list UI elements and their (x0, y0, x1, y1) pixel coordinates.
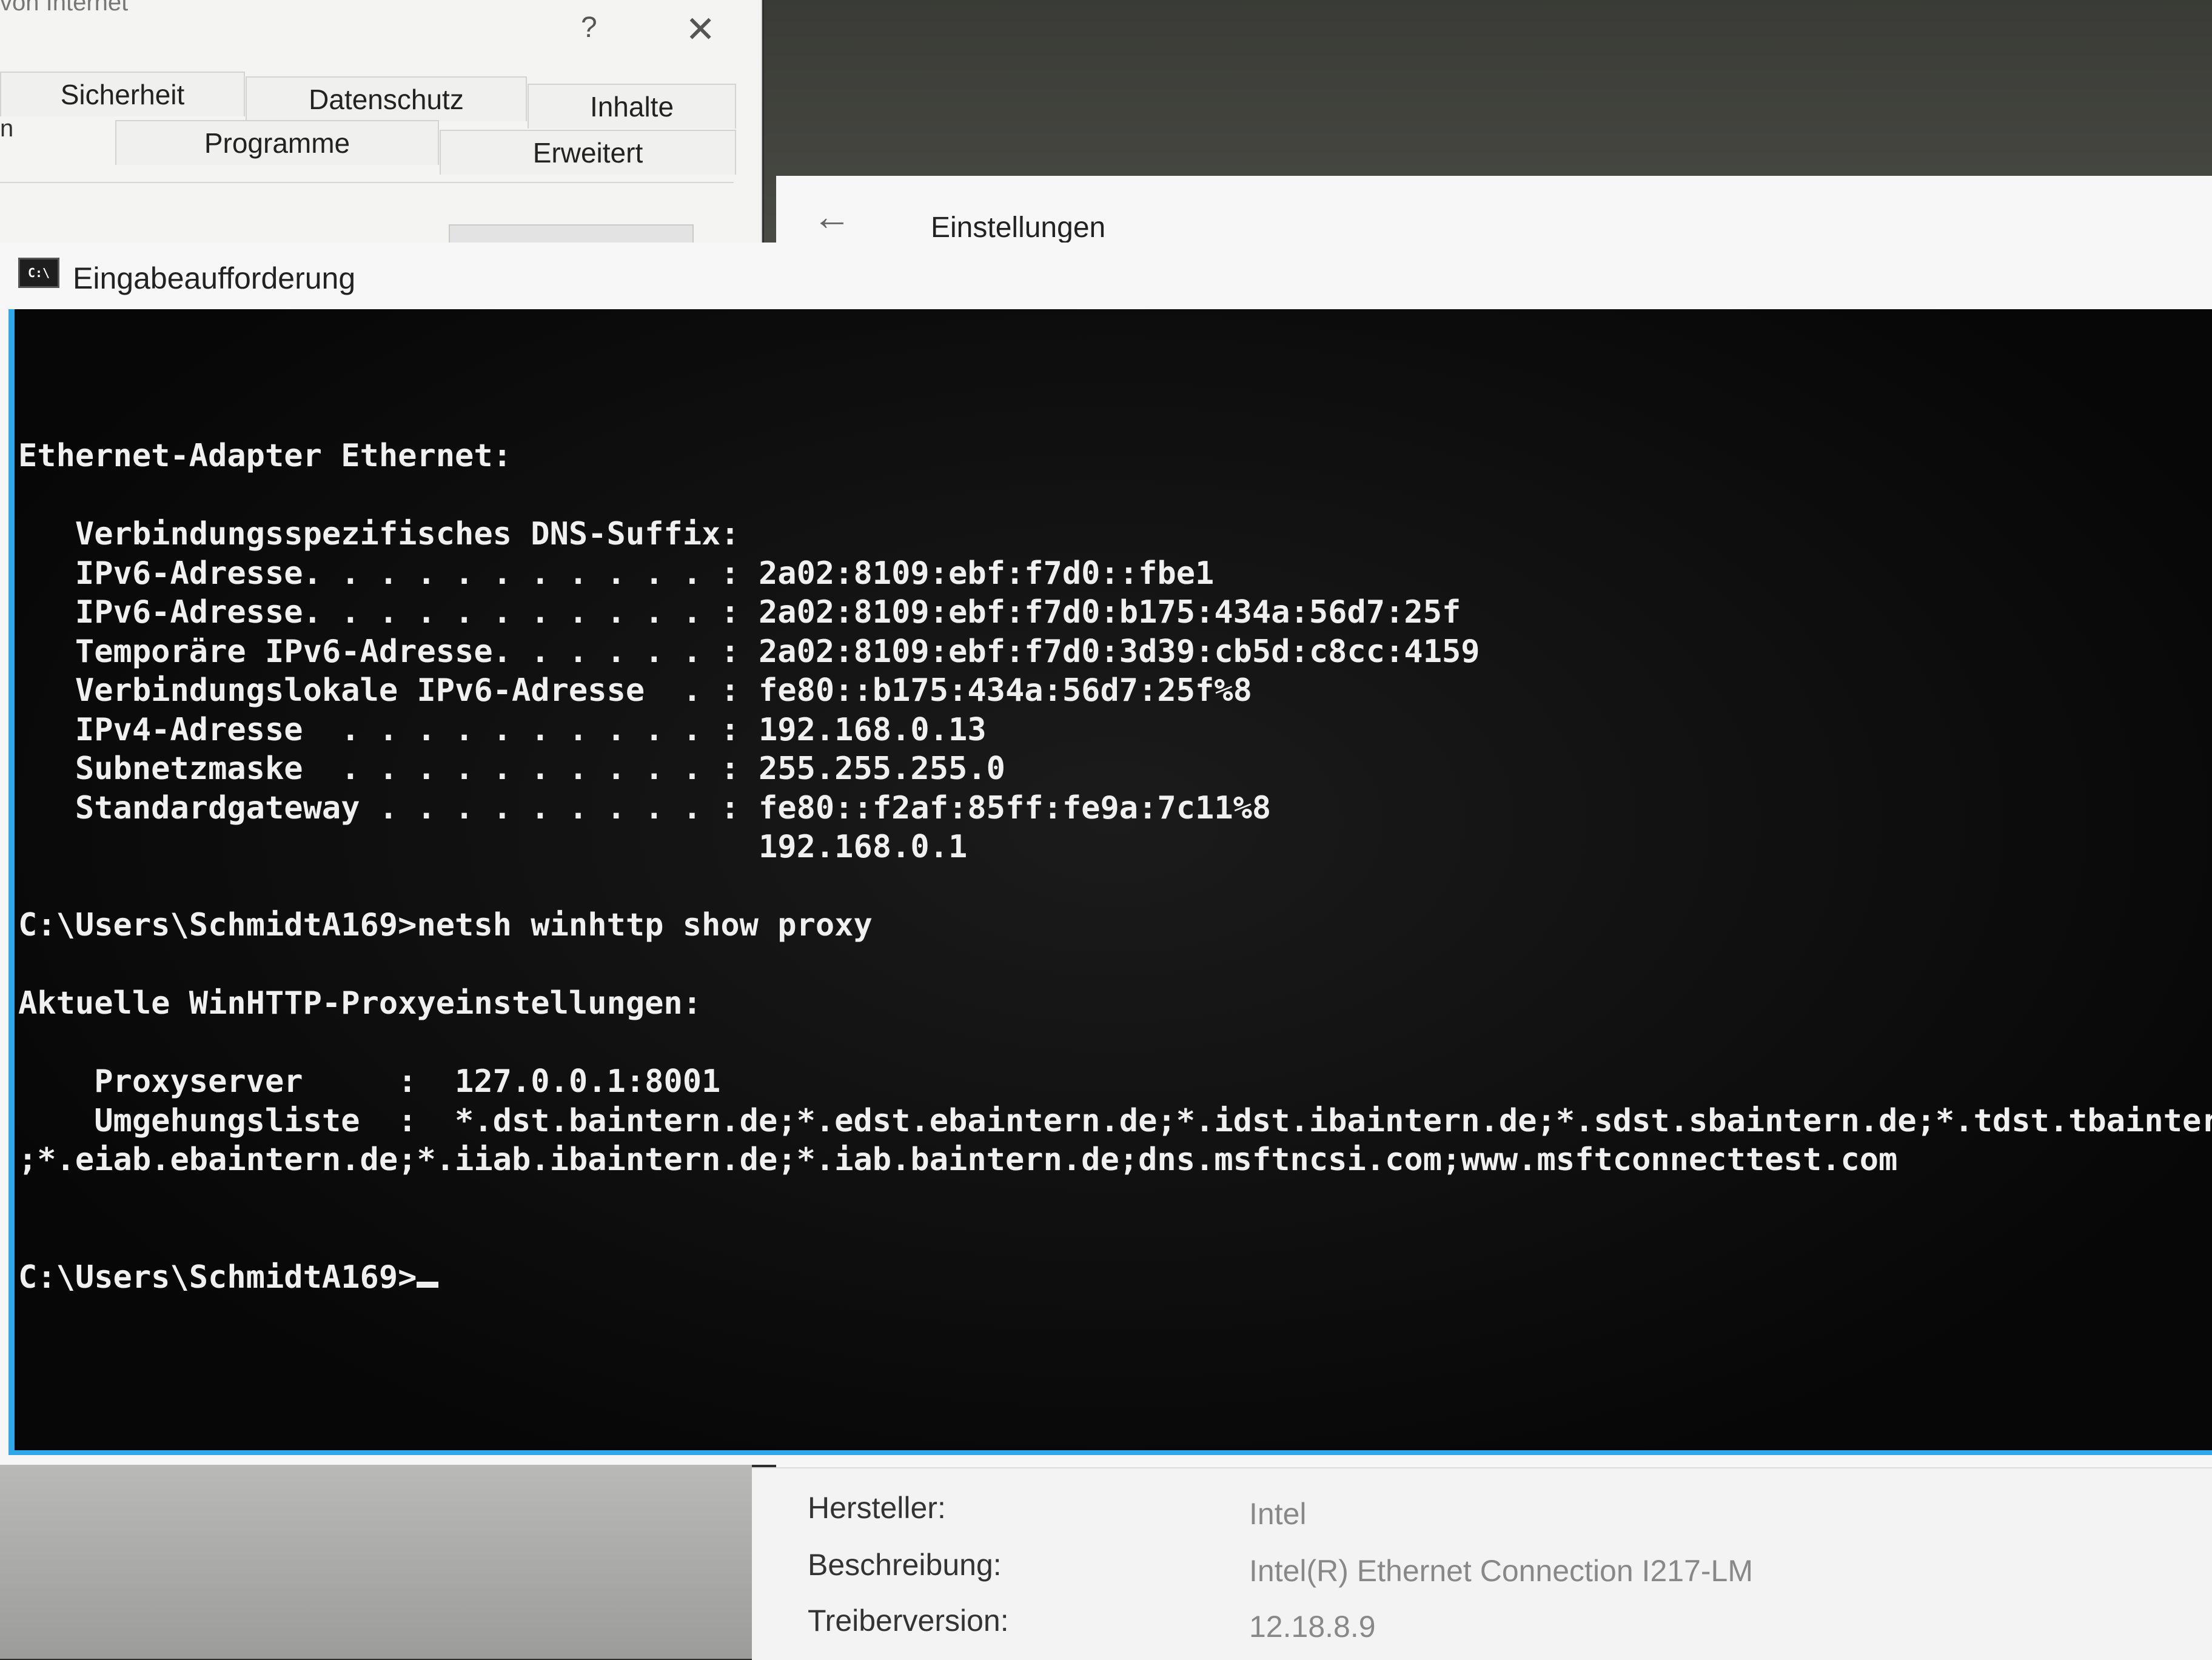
cmd-window-title: Eingabeaufforderung (73, 261, 356, 295)
tab-programme[interactable]: Programme (115, 120, 439, 165)
tab-erweitert[interactable]: Erweitert (440, 130, 736, 175)
console-line: Proxyserver : 127.0.0.1:8001 (18, 1063, 721, 1100)
console-line: Ethernet-Adapter Ethernet: (18, 438, 512, 474)
prop-label-manufacturer: Hersteller: (808, 1491, 946, 1525)
close-icon[interactable]: ✕ (685, 8, 716, 51)
console-line: Umgehungsliste : *.dst.baintern.de;*.eds… (18, 1102, 2212, 1139)
console-area[interactable]: Ethernet-Adapter Ethernet: Verbindungssp… (8, 309, 2212, 1455)
console-line: Verbindungslokale IPv6-Adresse . : fe80:… (18, 672, 1252, 709)
console-line: IPv6-Adresse. . . . . . . . . . . : 2a02… (18, 555, 1215, 592)
prop-value-manufacturer: Intel (1249, 1497, 1307, 1531)
console-output: Ethernet-Adapter Ethernet: Verbindungssp… (18, 437, 2212, 1297)
tab-sicherheit[interactable]: Sicherheit (0, 72, 245, 116)
device-properties-panel: Hersteller: Intel Beschreibung: Intel(R)… (752, 1467, 2212, 1660)
prop-label-description: Beschreibung: (808, 1548, 1002, 1582)
prop-value-driver-version: 12.18.8.9 (1249, 1610, 1376, 1644)
console-line: IPv4-Adresse . . . . . . . . . . : 192.1… (18, 711, 987, 748)
tab-divider (0, 182, 734, 183)
console-line: Temporäre IPv6-Adresse. . . . . . : 2a02… (18, 633, 1480, 670)
tab-inhalte[interactable]: Inhalte (528, 84, 736, 129)
cmd-app-icon: C:\ (18, 258, 59, 288)
console-line: IPv6-Adresse. . . . . . . . . . . : 2a02… (18, 594, 1461, 631)
console-line: Standardgateway . . . . . . . . . : fe80… (18, 789, 1272, 826)
console-line: 192.168.0.1 (18, 829, 968, 865)
console-line: ;*.eiab.ebaintern.de;*.iiab.ibaintern.de… (18, 1142, 1898, 1178)
prop-label-driver-version: Treiberversion: (808, 1604, 1009, 1638)
prop-value-description: Intel(R) Ethernet Connection I217-LM (1249, 1554, 1753, 1588)
back-arrow-icon[interactable]: ← (813, 194, 851, 239)
background-window (0, 1465, 752, 1659)
console-line: Verbindungsspezifisches DNS-Suffix: (18, 516, 740, 552)
dialog-title: von Internet (0, 0, 129, 16)
tab-datenschutz[interactable]: Datenschutz (246, 76, 527, 121)
command-prompt: C:\Users\SchmidtA169> (18, 1259, 417, 1296)
console-line: Aktuelle WinHTTP-Proxyeinstellungen: (18, 985, 702, 1022)
tab-partial[interactable]: n (0, 115, 13, 142)
command-prompt-window: C:\ Eingabeaufforderung Ethernet-Adapter… (0, 243, 2212, 1465)
cmd-titlebar[interactable]: C:\ Eingabeaufforderung (0, 243, 2212, 309)
console-line: Subnetzmaske . . . . . . . . . . : 255.2… (18, 751, 1005, 787)
text-cursor (417, 1281, 439, 1288)
console-line: C:\Users\SchmidtA169>netsh winhttp show … (18, 907, 873, 943)
internet-options-dialog: von Internet ? ✕ Sicherheit Datenschutz … (0, 0, 762, 267)
help-button[interactable]: ? (581, 11, 597, 44)
settings-title: Einstellungen (931, 212, 1106, 244)
